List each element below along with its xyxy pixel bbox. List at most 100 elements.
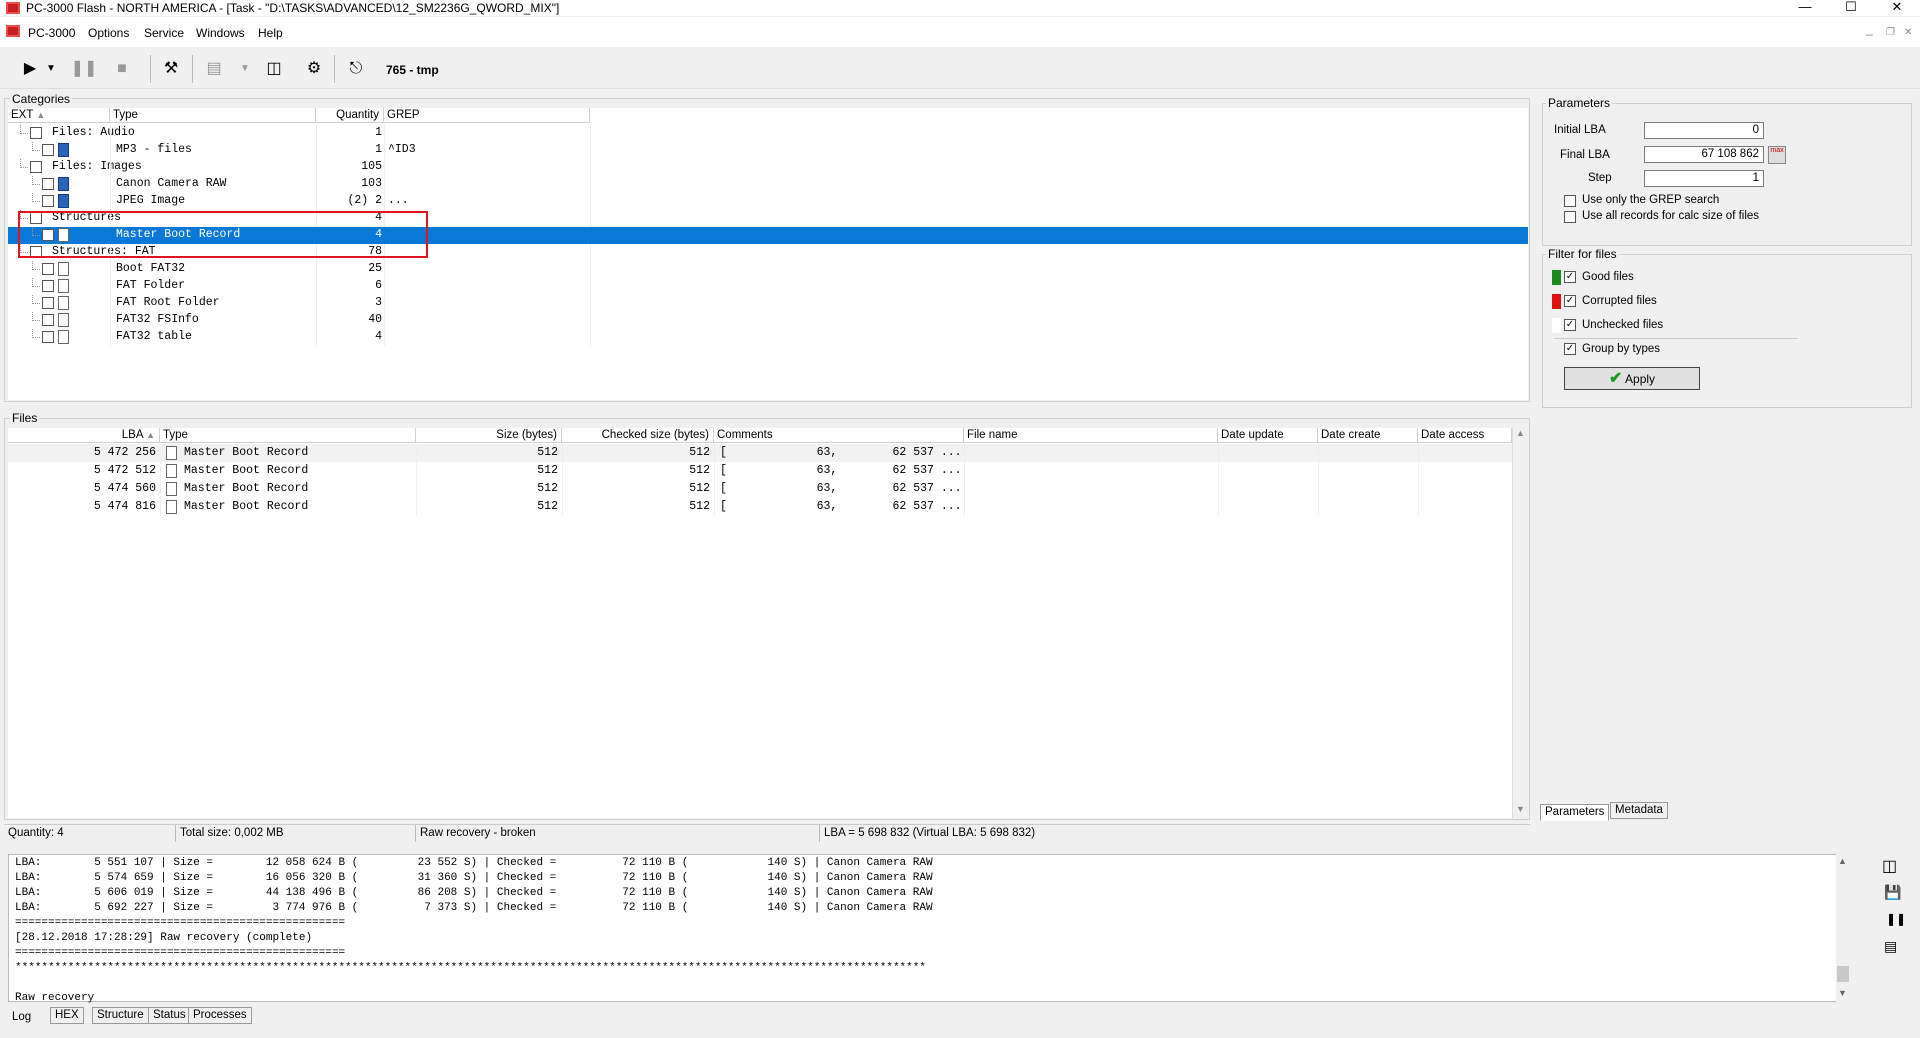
col-quantity-header[interactable]: Quantity [316, 108, 384, 123]
log-save-as-icon[interactable]: ▤ [1884, 938, 1897, 955]
col-checked-header[interactable]: Checked size (bytes) [562, 428, 714, 443]
tools-icon[interactable]: ⚒ [157, 56, 185, 82]
category-checkbox[interactable] [42, 314, 54, 326]
menu-service[interactable]: Service [144, 26, 184, 40]
all-records-checkbox[interactable] [1564, 211, 1576, 223]
category-row[interactable]: FAT32 FSInfo 40 [8, 312, 1528, 329]
col-comments-header[interactable]: Comments [714, 428, 964, 443]
pause-icon[interactable]: ❚❚ [70, 56, 98, 82]
menu-windows[interactable]: Windows [196, 26, 245, 40]
log-pause-icon[interactable]: ❚❚ [1886, 912, 1906, 926]
col-type-header[interactable]: Type [160, 428, 416, 443]
scroll-up-icon[interactable]: ▲ [1838, 856, 1847, 866]
category-row[interactable]: Canon Camera RAW 103 [8, 176, 1528, 193]
grep-only-checkbox[interactable] [1564, 195, 1576, 207]
file-row[interactable]: 5 472 512 Master Boot Record 512 512 [ 63, 6… [8, 462, 1512, 480]
tab-parameters[interactable]: Parameters [1540, 804, 1610, 821]
exit-icon[interactable]: ⎋ [342, 56, 370, 82]
stop-icon[interactable]: ■ [108, 56, 136, 82]
log-save-icon[interactable]: 💾 [1884, 884, 1901, 901]
tab-metadata[interactable]: Metadata [1610, 802, 1668, 819]
toolbar-separator [192, 55, 193, 83]
file-row[interactable]: 5 474 816 Master Boot Record 512 512 [ 63, 6… [8, 498, 1512, 516]
category-checkbox[interactable] [42, 178, 54, 190]
column-divider [316, 125, 317, 142]
category-row[interactable]: FAT32 table 4 [8, 329, 1528, 346]
category-checkbox[interactable] [42, 263, 54, 275]
column-divider [316, 329, 317, 346]
minimize-button[interactable]: — [1790, 0, 1820, 16]
import-icon[interactable]: ▤ [200, 56, 228, 82]
filter-checkbox[interactable]: ✓ [1564, 319, 1576, 331]
file-row[interactable]: 5 472 256 Master Boot Record 512 512 [ 63, 6… [8, 444, 1512, 462]
apply-button[interactable]: ✔ Apply [1564, 367, 1700, 390]
log-tab-structure[interactable]: Structure [92, 1007, 149, 1024]
log-scrollbar[interactable]: ▲ ▼ [1836, 854, 1850, 1002]
col-date-create-header[interactable]: Date create [1318, 428, 1418, 443]
col-filename-header[interactable]: File name [964, 428, 1218, 443]
scroll-down-icon[interactable]: ▼ [1838, 988, 1847, 998]
category-row[interactable]: Files: Images 105 [8, 159, 1528, 176]
log-export-icon[interactable]: ◫ [1882, 856, 1897, 876]
toolbar: ▶ ▼ ❚❚ ■ ⚒ ▤ ▼ ◫ ⚙ ⎋ 765 - tmp [0, 49, 1920, 89]
group-by-types-checkbox[interactable]: ✓ [1564, 343, 1576, 355]
col-date-access-header[interactable]: Date access [1418, 428, 1512, 443]
log-tab-processes[interactable]: Processes [188, 1007, 252, 1024]
category-checkbox[interactable] [30, 127, 42, 139]
column-divider [964, 462, 965, 480]
category-row[interactable]: Files: Audio 1 [8, 125, 1528, 142]
step-input[interactable]: 1 [1644, 170, 1764, 187]
category-row[interactable]: FAT Folder 6 [8, 278, 1528, 295]
file-row[interactable]: 5 474 560 Master Boot Record 512 512 [ 63, 6… [8, 480, 1512, 498]
maximize-button[interactable]: ☐ [1836, 0, 1866, 16]
file-cell-lba: 5 472 256 [93, 446, 156, 459]
column-divider [1318, 462, 1319, 480]
category-checkbox[interactable] [42, 297, 54, 309]
final-lba-input[interactable]: 67 108 862 [1644, 146, 1764, 163]
col-lba-header[interactable]: LBA ▲ [8, 428, 160, 443]
file-cell-size: 512 [537, 446, 558, 459]
dropdown-icon[interactable]: ▼ [44, 56, 58, 82]
scroll-up-icon[interactable]: ▲ [1516, 428, 1525, 438]
scroll-down-icon[interactable]: ▼ [1516, 804, 1525, 814]
file-cell-checked: 512 [689, 482, 710, 495]
step-label: Step [1588, 172, 1612, 184]
log-tab-log[interactable]: Log [8, 1010, 35, 1027]
col-date-update-header[interactable]: Date update [1218, 428, 1318, 443]
column-divider [110, 159, 111, 176]
close-button[interactable]: ✕ [1882, 0, 1912, 16]
mdi-restore-button[interactable]: ❐ [1886, 27, 1895, 38]
max-lba-button[interactable]: max [1768, 146, 1786, 164]
menu-help[interactable]: Help [258, 26, 283, 40]
category-checkbox[interactable] [42, 195, 54, 207]
col-grep-header[interactable]: GREP [384, 108, 590, 123]
category-row[interactable]: JPEG Image (2) 2... [8, 193, 1528, 210]
menu-pc3000[interactable]: PC-3000 [28, 26, 75, 40]
scroll-thumb[interactable] [1837, 966, 1849, 982]
menu-options[interactable]: Options [88, 26, 129, 40]
category-checkbox[interactable] [42, 331, 54, 343]
category-row[interactable]: FAT Root Folder 3 [8, 295, 1528, 312]
log-tab-hex[interactable]: HEX [50, 1007, 84, 1024]
category-row[interactable]: Boot FAT32 25 [8, 261, 1528, 278]
export-icon[interactable]: ◫ [260, 56, 288, 82]
category-checkbox[interactable] [42, 144, 54, 156]
mdi-minimize-button[interactable]: – [1866, 27, 1873, 41]
initial-lba-input[interactable]: 0 [1644, 122, 1764, 139]
filter-checkbox[interactable]: ✓ [1564, 271, 1576, 283]
category-checkbox[interactable] [42, 280, 54, 292]
tree-line [20, 125, 28, 134]
dropdown-icon[interactable]: ▼ [238, 56, 252, 82]
category-checkbox[interactable] [30, 161, 42, 173]
col-ext-header[interactable]: EXT ▲ [8, 108, 110, 123]
log-tab-status[interactable]: Status [148, 1007, 191, 1024]
mdi-close-button[interactable]: ✕ [1904, 27, 1912, 38]
play-icon[interactable]: ▶ [16, 56, 44, 82]
settings-icon[interactable]: ⚙ [300, 56, 328, 82]
column-divider [1218, 444, 1219, 462]
category-row[interactable]: MP3 - files 1 ^ID3 [8, 142, 1528, 159]
files-scrollbar[interactable]: ▲ ▼ [1512, 428, 1528, 818]
col-size-header[interactable]: Size (bytes) [416, 428, 562, 443]
filter-checkbox[interactable]: ✓ [1564, 295, 1576, 307]
col-type-header[interactable]: Type [110, 108, 316, 123]
